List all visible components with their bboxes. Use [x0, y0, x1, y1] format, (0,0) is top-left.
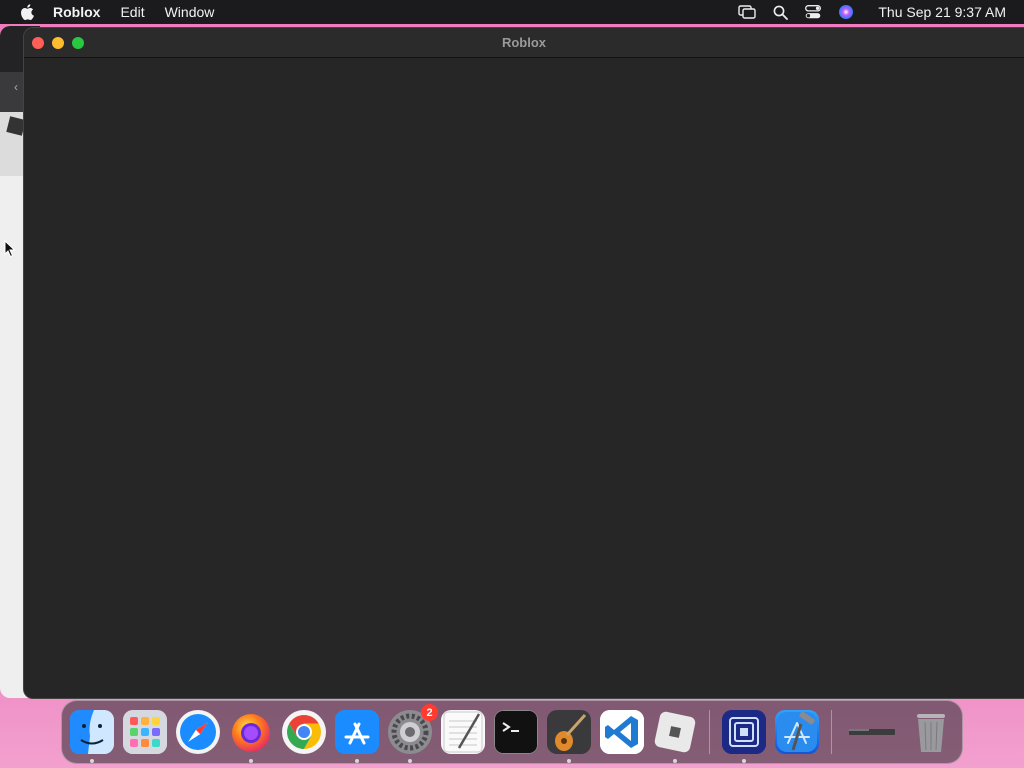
menu-window[interactable]: Window: [165, 0, 215, 24]
menu-bar-clock[interactable]: Thu Sep 21 9:37 AM: [878, 4, 1006, 20]
roblox-icon[interactable]: [653, 710, 697, 763]
roblox-window: Roblox: [23, 27, 1024, 699]
running-indicator: [355, 759, 359, 763]
firefox-icon[interactable]: [229, 710, 273, 763]
system-settings-icon[interactable]: 2: [388, 704, 438, 763]
chrome-icon[interactable]: [282, 710, 326, 754]
garageband-icon[interactable]: [547, 710, 591, 763]
menu-app-name[interactable]: Roblox: [53, 0, 100, 24]
apple-icon[interactable]: [17, 2, 37, 22]
running-indicator: [567, 759, 571, 763]
screen-mirroring-icon[interactable]: [738, 3, 757, 21]
notification-badge: 2: [421, 704, 438, 721]
running-indicator: [742, 759, 746, 763]
running-indicator: [249, 759, 253, 763]
app-store-icon[interactable]: [335, 710, 379, 763]
running-indicator: [673, 759, 677, 763]
siri-icon[interactable]: [837, 3, 855, 21]
dock-separator: [709, 710, 710, 754]
mouse-cursor-icon: [4, 239, 16, 258]
running-indicator: [408, 759, 412, 763]
xcode-icon[interactable]: [775, 710, 819, 754]
trash-icon[interactable]: [909, 710, 953, 754]
control-center-icon[interactable]: [804, 3, 822, 21]
instruments-icon[interactable]: [722, 710, 766, 763]
safari-icon[interactable]: [176, 710, 220, 754]
menu-edit[interactable]: Edit: [120, 0, 144, 24]
window-titlebar[interactable]: Roblox: [24, 28, 1024, 58]
finder-icon[interactable]: [70, 710, 114, 763]
terminal-icon[interactable]: [494, 710, 538, 754]
window-content[interactable]: [24, 59, 1024, 698]
window-title: Roblox: [501, 35, 547, 50]
menu-bar: Roblox Edit Window Thu Sep 21 9:37 AM: [0, 0, 1024, 24]
launchpad-icon[interactable]: [123, 710, 167, 754]
minimized-window-icon[interactable]: [844, 710, 900, 754]
dock: 2: [61, 700, 963, 764]
running-indicator: [90, 759, 94, 763]
textedit-icon[interactable]: [441, 710, 485, 754]
vscode-icon[interactable]: [600, 710, 644, 754]
search-icon[interactable]: [771, 3, 789, 21]
dock-separator: [831, 710, 832, 754]
